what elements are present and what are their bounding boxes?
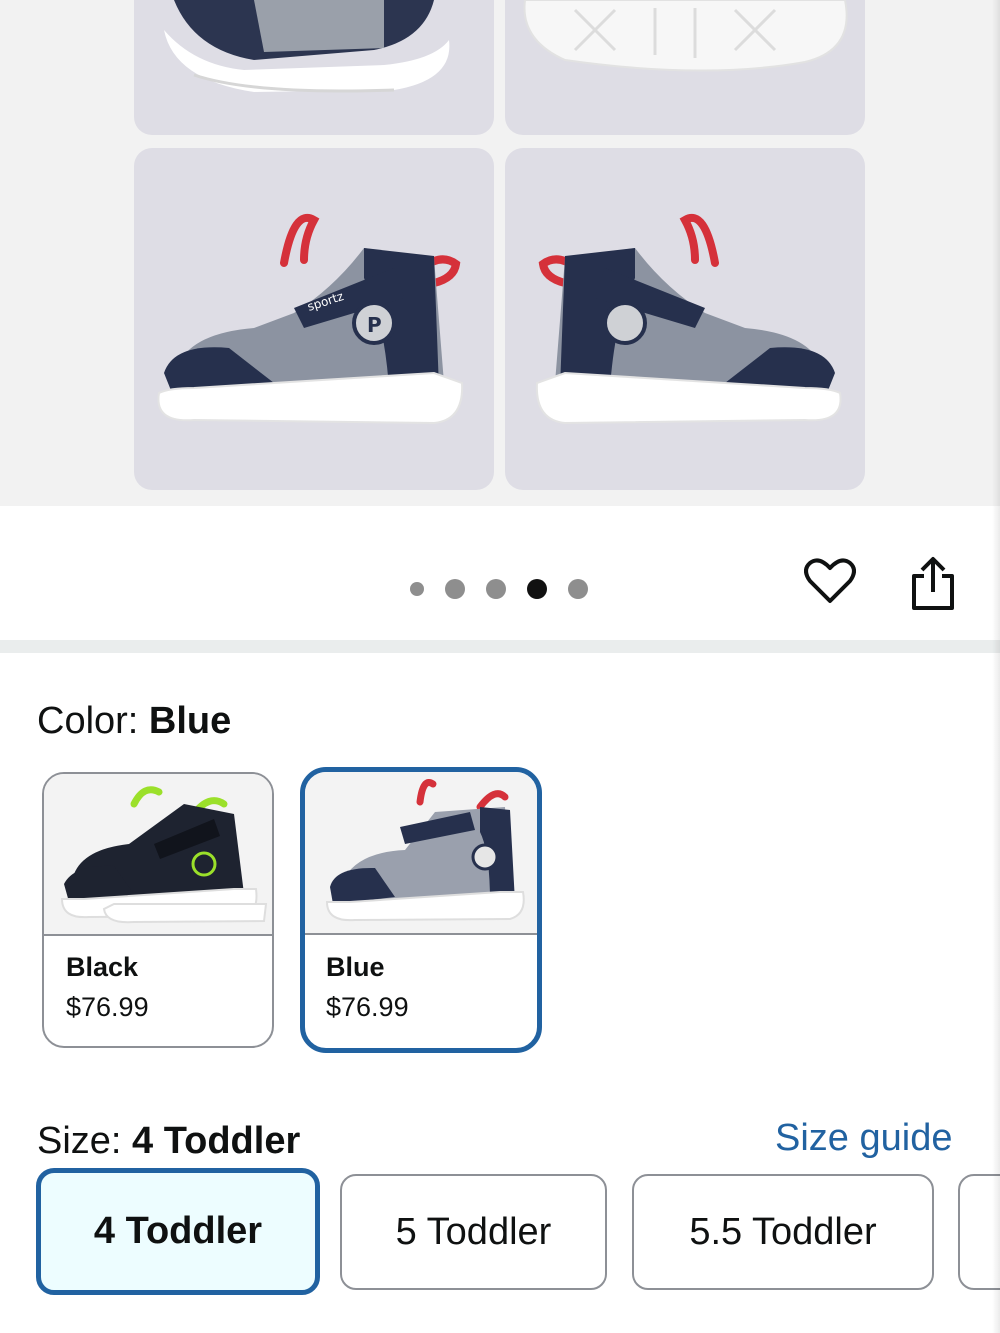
size-guide-link[interactable]: Size guide	[775, 1117, 952, 1160]
size-selected-value: 4 Toddler	[132, 1120, 301, 1162]
gallery-image-shoe-sole[interactable]	[505, 0, 865, 135]
color-option-name: Black	[66, 952, 139, 982]
color-option-image	[305, 772, 537, 935]
heart-icon[interactable]	[804, 556, 856, 611]
gallery-pagination[interactable]	[410, 579, 609, 599]
product-image-gallery[interactable]: sportz P	[0, 0, 1000, 506]
color-option-name: Blue	[326, 952, 385, 982]
color-option-image	[44, 774, 272, 936]
size-option-4-toddler[interactable]: 4 Toddler	[36, 1168, 320, 1295]
gallery-image-shoe-right[interactable]	[505, 148, 865, 490]
pagination-dot[interactable]	[486, 579, 506, 599]
gallery-image-shoe-left[interactable]: sportz P	[134, 148, 494, 490]
pagination-dot[interactable]	[568, 579, 588, 599]
svg-text:P: P	[367, 313, 382, 337]
share-icon[interactable]	[908, 556, 958, 617]
color-label-prefix: Color:	[37, 700, 149, 742]
size-label: Size: 4 Toddler	[37, 1120, 300, 1163]
pagination-dot[interactable]	[445, 579, 465, 599]
size-option-5-toddler[interactable]: 5 Toddler	[340, 1174, 607, 1290]
color-option-blue[interactable]: Blue $76.99	[300, 767, 542, 1053]
gallery-action-row	[0, 506, 1000, 640]
pagination-dot-active[interactable]	[527, 579, 547, 599]
size-label-prefix: Size:	[37, 1120, 133, 1162]
color-option-price: $76.99	[66, 992, 149, 1022]
pagination-dot[interactable]	[410, 582, 424, 596]
section-divider	[0, 640, 1000, 653]
size-option-5-5-toddler[interactable]: 5.5 Toddler	[632, 1174, 934, 1290]
color-option-black[interactable]: Black $76.99	[42, 772, 274, 1048]
color-label: Color: Blue	[37, 700, 231, 743]
color-selected-value: Blue	[148, 700, 232, 742]
gallery-image-shoe-detail[interactable]	[134, 0, 494, 135]
color-option-price: $76.99	[326, 992, 409, 1022]
page-edge-shadow	[992, 0, 1000, 1333]
